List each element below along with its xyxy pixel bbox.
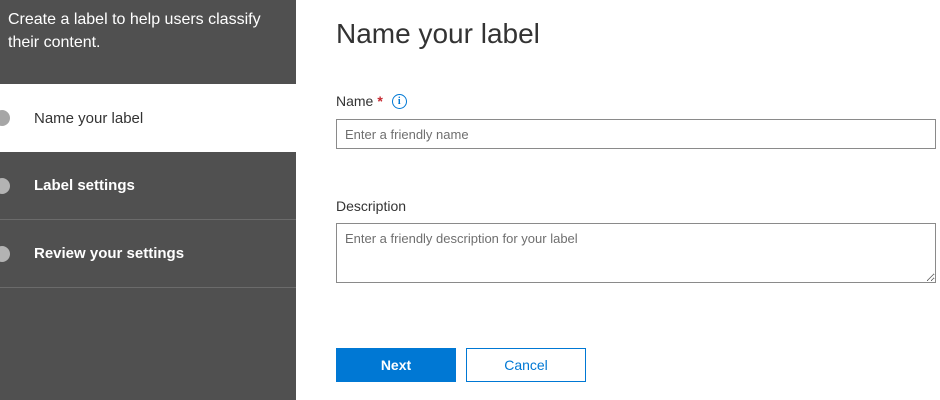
step-label: Name your label [34,109,144,127]
info-icon[interactable]: i [391,93,407,109]
step-name-your-label[interactable]: Name your label [0,84,296,152]
description-input[interactable] [336,223,936,283]
step-review-your-settings[interactable]: Review your settings [0,220,296,288]
name-label-text: Name [336,93,374,109]
cancel-button[interactable]: Cancel [466,348,586,382]
step-status-dot-icon [0,246,10,262]
step-label: Label settings [34,177,135,194]
sidebar-description: Create a label to help users classify th… [8,11,261,51]
description-label-text: Description [336,198,407,214]
required-marker: * [377,93,383,109]
step-label: Review your settings [34,245,185,262]
next-button[interactable]: Next [336,348,456,382]
step-label-settings[interactable]: Label settings [0,152,296,220]
name-field-label: Name * i [336,93,407,109]
page-title: Name your label [336,18,540,49]
step-status-dot-icon [0,178,10,194]
name-input[interactable] [336,119,936,149]
wizard-sidebar: Create a label to help users classify th… [0,0,296,400]
main-content: Name your label Name * i Description Nex… [336,0,936,400]
step-status-dot-icon [0,110,10,126]
description-field-label: Description [336,198,406,214]
